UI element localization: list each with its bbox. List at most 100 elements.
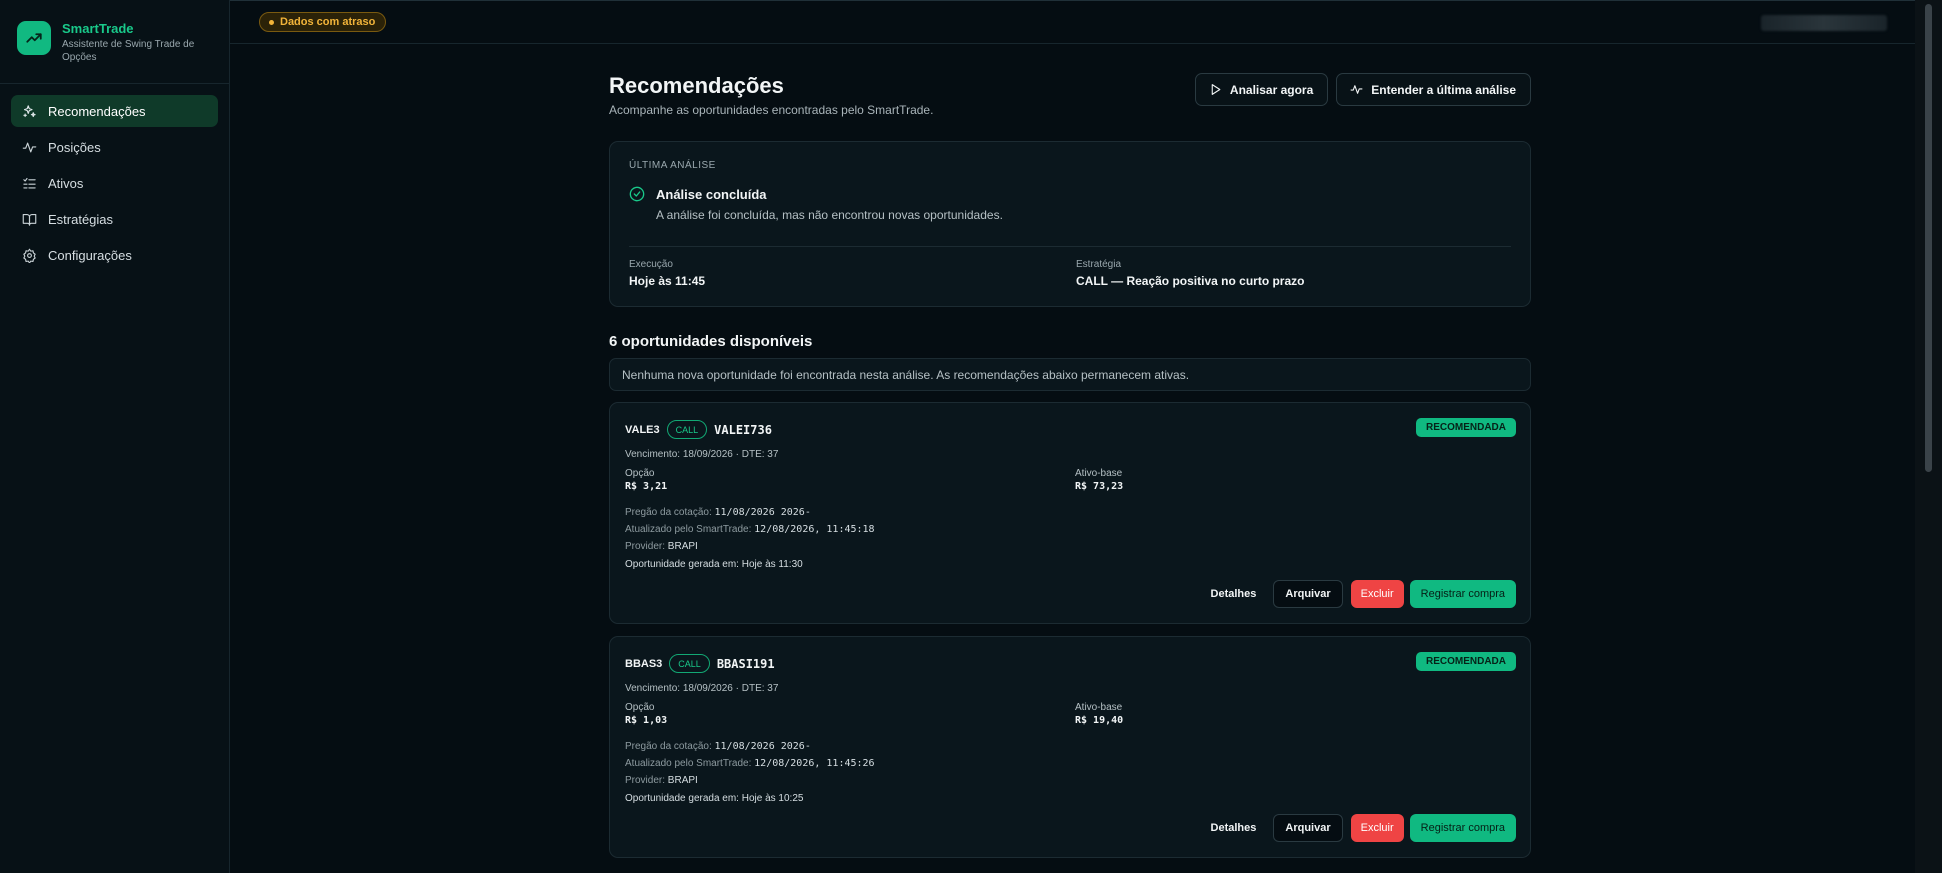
updated-label: Atualizado pelo SmartTrade: — [625, 758, 752, 769]
execution-label: Execução — [629, 259, 673, 270]
updated-line: Atualizado pelo SmartTrade: 12/08/2026, … — [625, 758, 1515, 770]
quote-label: Pregão da cotação: — [625, 507, 712, 518]
opportunities-info-bar: Nenhuma nova oportunidade foi encontrada… — [609, 358, 1531, 391]
main-content: Recomendações Acompanhe as oportunidades… — [609, 73, 1531, 858]
quote-value: 11/08/2026 2026- — [714, 507, 811, 518]
option-type-chip: CALL — [666, 420, 708, 439]
sidebar-item-estrategias[interactable]: Estratégias — [11, 203, 218, 235]
status-badge: RECOMENDADA — [1416, 652, 1516, 671]
archive-button[interactable]: Arquivar — [1273, 580, 1343, 608]
book-open-icon — [22, 213, 37, 226]
strategy-value: CALL — Reação positiva no curto prazo — [1076, 274, 1305, 288]
base-asset-price: Ativo-base R$ 73,23 — [1075, 468, 1123, 492]
status-badge: RECOMENDADA — [1416, 418, 1516, 437]
details-button[interactable]: Detalhes — [1211, 822, 1257, 834]
option-code: VALEI736 — [714, 422, 772, 437]
opportunity-card: VALE3 CALL VALEI736 RECOMENDADA Vencimen… — [609, 402, 1531, 624]
delay-status-badge: Dados com atraso — [259, 12, 387, 32]
option-price: Opção R$ 1,03 — [625, 702, 667, 726]
strategy-label: Estratégia — [1076, 259, 1122, 270]
sidebar-item-ativos[interactable]: Ativos — [11, 167, 218, 199]
header-actions: Analisar agora Entender a última análise — [1187, 73, 1531, 106]
option-price-label: Opção — [625, 468, 655, 479]
option-code: BBASI191 — [716, 656, 775, 671]
sidebar-item-configuracoes[interactable]: Configurações — [11, 239, 218, 271]
opportunities-title: 6 oportunidades disponíveis — [609, 333, 813, 350]
opportunity-card: BBAS3 CALL BBASI191 RECOMENDADA Vencimen… — [609, 636, 1531, 858]
check-circle-icon — [629, 186, 645, 202]
option-price-value: R$ 1,03 — [625, 715, 668, 726]
register-buy-button[interactable]: Registrar compra — [1409, 814, 1516, 842]
base-asset-value: R$ 19,40 — [1075, 715, 1124, 726]
quote-session-line: Pregão da cotação: 11/08/2026 2026- — [625, 507, 1515, 519]
option-price-value: R$ 3,21 — [625, 481, 668, 492]
updated-label: Atualizado pelo SmartTrade: — [625, 524, 752, 535]
updated-value: 12/08/2026, 11:45:26 — [754, 758, 875, 769]
opportunity-actions: Detalhes Arquivar Excluir Registrar comp… — [1211, 580, 1516, 608]
scrollbar-thumb[interactable] — [1925, 4, 1932, 472]
delay-badge-label: Dados com atraso — [280, 16, 376, 28]
sidebar-item-label: Posições — [48, 139, 101, 155]
play-icon — [1211, 84, 1221, 95]
status-dot-icon — [269, 19, 274, 25]
explain-last-label: Entender a última análise — [1371, 82, 1516, 97]
strategy-info: Estratégia CALL — Reação positiva no cur… — [1076, 259, 1304, 288]
brand-subtitle: Assistente de Swing Trade de Opções — [62, 39, 195, 63]
provider-value: BRAPI — [667, 541, 698, 552]
sidebar: SmartTrade Assistente de Swing Trade de … — [0, 0, 230, 873]
sidebar-item-posicoes[interactable]: Posições — [11, 131, 218, 163]
app-root: SmartTrade Assistente de Swing Trade de … — [0, 0, 1942, 873]
base-asset-price: Ativo-base R$ 19,40 — [1075, 702, 1123, 726]
analysis-status-description: A análise foi concluída, mas não encontr… — [656, 208, 1003, 222]
archive-button[interactable]: Arquivar — [1273, 814, 1343, 842]
ticker: VALE3 — [625, 423, 660, 436]
last-analysis-card: ÚLTIMA ANÁLISE Análise concluída A análi… — [609, 141, 1531, 307]
scrollbar[interactable] — [1915, 0, 1942, 873]
generated-at: Oportunidade gerada em: Hoje às 10:25 — [625, 793, 804, 804]
quote-label: Pregão da cotação: — [625, 741, 712, 752]
topbar: Dados com atraso — [230, 0, 1915, 44]
analyze-now-button[interactable]: Analisar agora — [1194, 73, 1329, 106]
provider-label: Provider: — [625, 775, 666, 786]
expiry-info: Vencimento: 18/09/2026 · DTE: 37 — [625, 683, 779, 694]
analyze-now-label: Analisar agora — [1229, 82, 1314, 97]
option-type-chip: CALL — [669, 654, 710, 673]
gear-icon — [23, 248, 36, 263]
page-header: Recomendações Acompanhe as oportunidades… — [609, 73, 1531, 123]
sidebar-item-recomendacoes[interactable]: Recomendações — [11, 95, 218, 127]
sidebar-item-label: Estratégias — [48, 211, 114, 227]
divider — [629, 246, 1511, 247]
sidebar-nav: Recomendações Posições Ativos Estratégia… — [0, 84, 229, 286]
opportunity-actions: Detalhes Arquivar Excluir Registrar comp… — [1211, 814, 1516, 842]
provider-value: BRAPI — [667, 775, 698, 786]
delete-button[interactable]: Excluir — [1350, 580, 1404, 608]
details-button[interactable]: Detalhes — [1211, 588, 1257, 600]
sidebar-item-label: Configurações — [48, 247, 132, 263]
updated-value: 12/08/2026, 11:45:18 — [754, 524, 875, 535]
base-asset-value: R$ 73,23 — [1075, 481, 1124, 492]
execution-value: Hoje às 11:45 — [629, 274, 706, 288]
provider-label: Provider: — [625, 541, 666, 552]
quote-session-line: Pregão da cotação: 11/08/2026 2026- — [625, 741, 1515, 753]
sparkles-icon — [23, 104, 36, 117]
user-menu[interactable] — [1761, 15, 1887, 31]
sidebar-item-label: Recomendações — [48, 103, 146, 119]
ticker: BBAS3 — [625, 657, 663, 670]
expiry-info: Vencimento: 18/09/2026 · DTE: 37 — [625, 449, 779, 460]
option-price-label: Opção — [625, 702, 655, 713]
list-check-icon — [23, 177, 36, 188]
updated-line: Atualizado pelo SmartTrade: 12/08/2026, … — [625, 524, 1515, 536]
explain-last-analysis-button[interactable]: Entender a última análise — [1336, 73, 1531, 106]
delete-button[interactable]: Excluir — [1350, 814, 1404, 842]
activity-icon — [1350, 85, 1363, 94]
analysis-status-title: Análise concluída — [656, 186, 767, 202]
brand: SmartTrade Assistente de Swing Trade de … — [0, 0, 229, 84]
sidebar-item-label: Ativos — [48, 175, 84, 191]
generated-at: Oportunidade gerada em: Hoje às 11:30 — [625, 559, 803, 570]
register-buy-button[interactable]: Registrar compra — [1409, 580, 1516, 608]
brand-name: SmartTrade — [62, 21, 134, 36]
provider-line: Provider: BRAPI — [625, 775, 1515, 787]
provider-line: Provider: BRAPI — [625, 541, 1515, 553]
activity-icon — [22, 142, 37, 152]
section-label: ÚLTIMA ANÁLISE — [629, 160, 716, 171]
